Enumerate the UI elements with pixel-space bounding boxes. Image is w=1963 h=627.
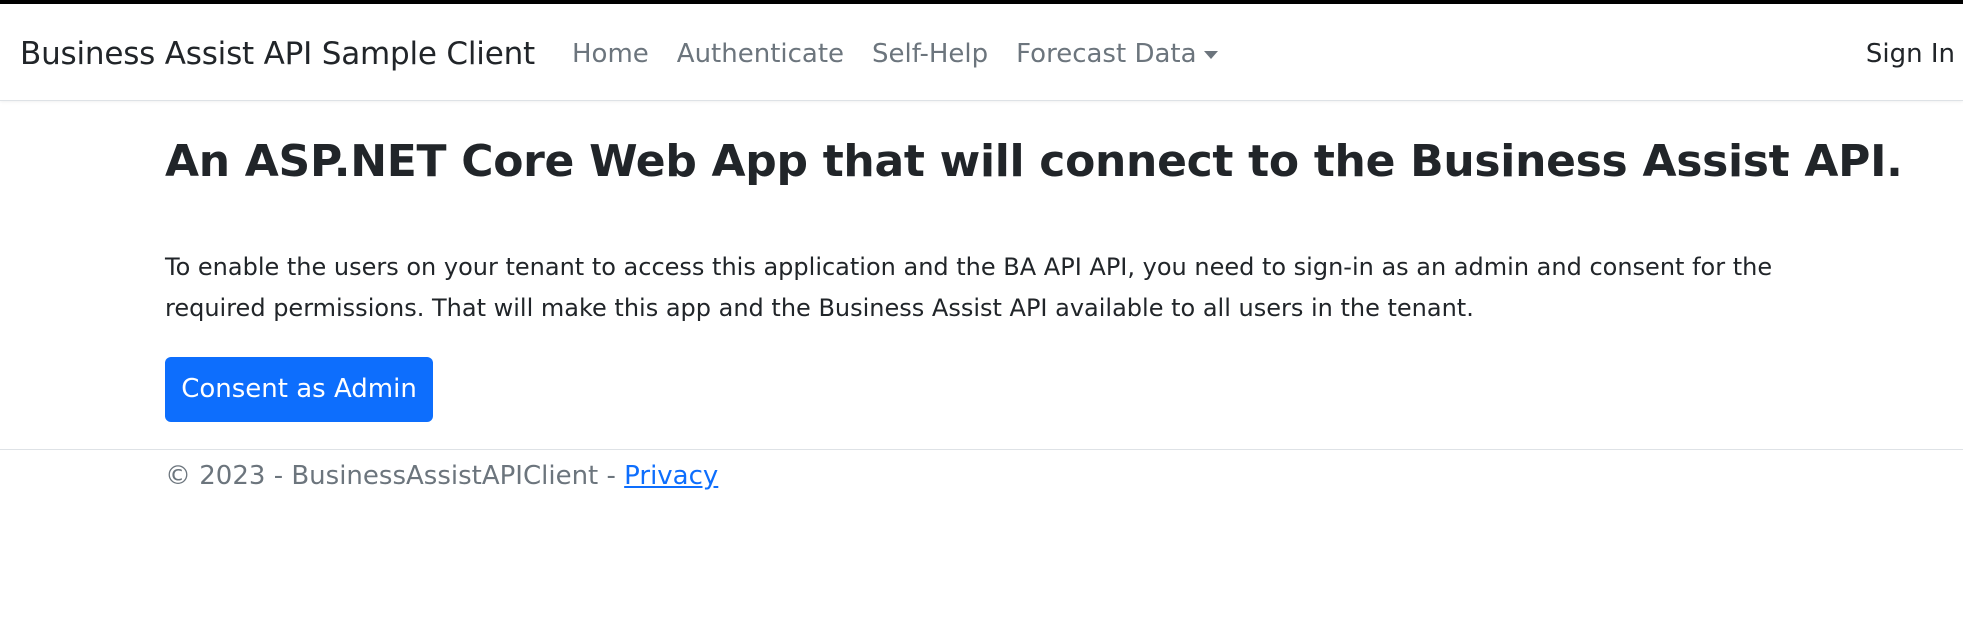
footer-text: © 2023 - BusinessAssistAPIClient - Priva…	[165, 456, 718, 496]
page-title: An ASP.NET Core Web App that will connec…	[165, 136, 1903, 187]
nav-dropdown-forecast-data[interactable]: Forecast Data	[1016, 34, 1218, 74]
description-paragraph: To enable the users on your tenant to ac…	[165, 253, 1773, 322]
footer: © 2023 - BusinessAssistAPIClient - Priva…	[0, 449, 1963, 510]
nav-link-home[interactable]: Home	[572, 34, 649, 74]
privacy-link[interactable]: Privacy	[624, 461, 718, 491]
nav-link-self-help[interactable]: Self-Help	[872, 34, 988, 74]
caret-down-icon	[1203, 51, 1218, 59]
copyright-text: © 2023 - BusinessAssistAPIClient -	[165, 461, 625, 491]
navbar-brand[interactable]: Business Assist API Sample Client	[20, 34, 535, 74]
nav-dropdown-forecast-data-label: Forecast Data	[1016, 39, 1197, 69]
nav-links: Home Authenticate Self-Help Forecast Dat…	[572, 34, 1246, 74]
sign-in-link[interactable]: Sign In	[1866, 34, 1955, 74]
nav-link-authenticate[interactable]: Authenticate	[677, 34, 844, 74]
navbar: Business Assist API Sample Client Home A…	[0, 4, 1963, 101]
consent-as-admin-button[interactable]: Consent as Admin	[165, 357, 433, 422]
